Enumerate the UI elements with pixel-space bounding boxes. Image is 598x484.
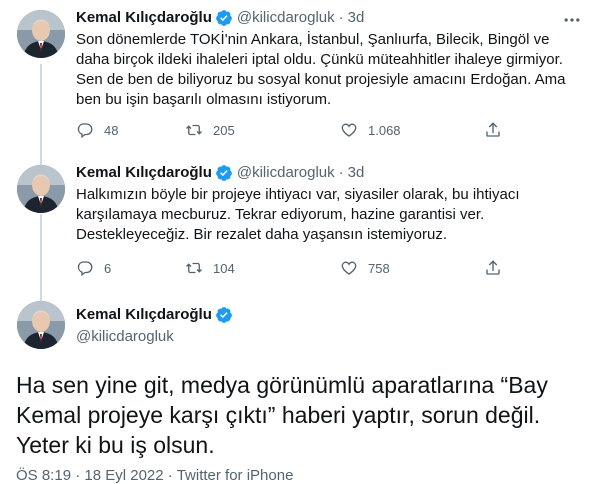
reply-icon [77, 123, 93, 139]
reply-icon [77, 261, 93, 277]
reply-count: 6 [104, 260, 112, 276]
author-name[interactable]: Kemal Kılıçdaroğlu [76, 8, 212, 28]
tweet-header: Kemal Kılıçdaroğlu @kilicdarogluk · 3d [76, 8, 364, 28]
tweet-actions: 48 205 1.068 [76, 121, 500, 141]
avatar-image [17, 10, 65, 58]
like-button[interactable]: 758 [340, 259, 390, 277]
tweet-metadata: ÖS 8:19 · 18 Eyl 2022 · Twitter for iPho… [16, 467, 293, 484]
share-button[interactable] [484, 259, 512, 277]
like-icon [341, 261, 357, 275]
tweet-2[interactable]: Kemal Kılıçdaroğlu @kilicdarogluk · 3d H… [0, 158, 598, 296]
like-count: 758 [368, 260, 390, 276]
avatar[interactable] [17, 301, 65, 349]
tweet-time[interactable]: 3d [348, 8, 365, 28]
tweet-source[interactable]: Twitter for iPhone [177, 467, 294, 484]
verified-badge-icon [215, 164, 233, 182]
author-handle[interactable]: @kilicdarogluk [76, 327, 174, 347]
author-handle[interactable]: @kilicdarogluk [237, 163, 335, 183]
tweet-text: Son dönemlerde TOKİ'nin Ankara, İstanbul… [76, 31, 566, 108]
avatar-image [17, 165, 65, 213]
main-tweet-header: Kemal Kılıçdaroğlu [76, 305, 237, 325]
avatar-image [17, 301, 65, 349]
retweet-count: 205 [213, 122, 235, 138]
separator-dot: · [338, 164, 344, 181]
main-tweet[interactable]: Kemal Kılıçdaroğlu @kilicdarogluk Ha sen… [0, 296, 598, 484]
tweet-time[interactable]: 3d [348, 163, 365, 183]
share-icon [486, 260, 500, 275]
main-tweet-handle-row: @kilicdarogluk [76, 327, 174, 347]
like-icon [341, 123, 357, 137]
reply-button[interactable]: 48 [76, 121, 118, 139]
main-tweet-text: Ha sen yine git, medya görünümlü aparatl… [16, 372, 548, 458]
separator-dot: · [75, 467, 85, 484]
reply-button[interactable]: 6 [76, 259, 111, 277]
verified-badge-icon [215, 306, 233, 324]
like-button[interactable]: 1.068 [340, 121, 401, 139]
retweet-button[interactable]: 205 [185, 121, 235, 139]
like-count: 1.068 [368, 122, 401, 138]
share-icon [486, 122, 500, 137]
retweet-button[interactable]: 104 [185, 259, 235, 277]
retweet-icon [186, 262, 202, 274]
separator-dot: · [167, 467, 177, 484]
tweet-header: Kemal Kılıçdaroğlu @kilicdarogluk · 3d [76, 163, 364, 183]
author-handle[interactable]: @kilicdarogluk [237, 8, 335, 28]
tweet-time[interactable]: ÖS 8:19 [16, 467, 71, 484]
tweet-1[interactable]: Kemal Kılıçdaroğlu @kilicdarogluk · 3d S… [0, 0, 598, 158]
retweet-count: 104 [213, 260, 235, 276]
author-name[interactable]: Kemal Kılıçdaroğlu [76, 163, 212, 183]
retweet-icon [186, 124, 202, 136]
author-name[interactable]: Kemal Kılıçdaroğlu [76, 305, 212, 325]
share-button[interactable] [484, 121, 512, 139]
tweet-date[interactable]: 18 Eyl 2022 [84, 467, 163, 484]
verified-badge-icon [215, 9, 233, 27]
avatar[interactable] [17, 165, 65, 213]
tweet-text: Halkımızın böyle bir projeye ihtiyacı va… [76, 186, 520, 243]
more-icon[interactable] [562, 10, 582, 30]
tweet-actions: 6 104 758 [76, 259, 500, 279]
separator-dot: · [338, 9, 344, 26]
avatar[interactable] [17, 10, 65, 58]
reply-count: 48 [104, 122, 119, 138]
